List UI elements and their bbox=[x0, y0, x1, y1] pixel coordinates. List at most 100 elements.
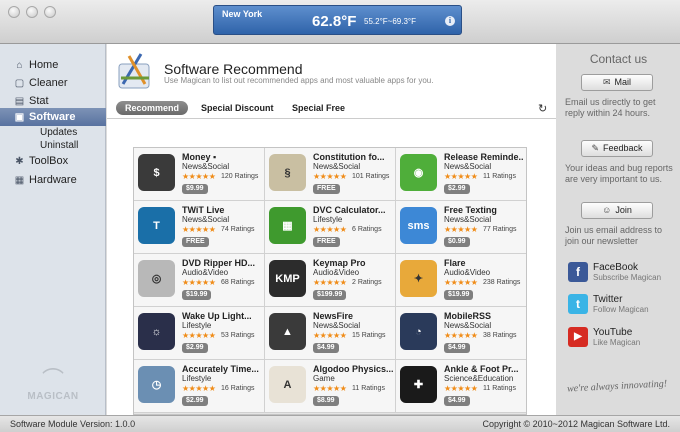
app-ratings: 120 Ratings bbox=[221, 173, 259, 180]
feedback-icon: ✎ bbox=[591, 143, 599, 153]
app-category: News&Social bbox=[444, 321, 492, 330]
app-card[interactable]: ◉ Release Reminde... News&Social ★★★★★ 11 Ra… bbox=[396, 148, 526, 201]
rating-stars-icon: ★★★★★ bbox=[313, 384, 347, 393]
app-category: Audio&Video bbox=[444, 268, 491, 277]
price-button[interactable]: $4.99 bbox=[444, 396, 470, 406]
app-card[interactable]: KMP Keymap Pro Audio&Video ★★★★★ 2 Ratings $1… bbox=[265, 254, 396, 307]
title-bar: New York 62.8°F 55.2°F~69.3°F i bbox=[0, 0, 680, 44]
app-category: Lifestyle bbox=[182, 374, 212, 383]
facebook-icon: f bbox=[568, 262, 588, 282]
price-button[interactable]: $199.99 bbox=[313, 290, 347, 300]
rating-stars-icon: ★★★★★ bbox=[182, 331, 216, 340]
youtube-icon: ▶ bbox=[568, 327, 588, 347]
twitter-subtitle: Follow Magican bbox=[593, 305, 649, 314]
close-button[interactable] bbox=[8, 6, 20, 18]
app-category: News&Social bbox=[444, 162, 492, 171]
app-category: Audio&Video bbox=[182, 268, 229, 277]
price-button[interactable]: FREE bbox=[313, 237, 340, 247]
magican-logo: ⌒ MAGICAN bbox=[22, 367, 84, 403]
price-button[interactable]: $0.99 bbox=[444, 237, 470, 247]
sidebar-item-cleaner[interactable]: ▢ Cleaner bbox=[0, 74, 106, 92]
app-card[interactable]: ✚ Ankle & Foot Pr... Science&Education ★★★★… bbox=[396, 360, 526, 413]
app-category: News&Social bbox=[182, 162, 230, 171]
price-button[interactable]: $19.99 bbox=[444, 290, 474, 300]
app-name: Constitution fo... bbox=[313, 152, 385, 162]
app-icon: A bbox=[269, 366, 306, 403]
feedback-button[interactable]: ✎ Feedback bbox=[581, 140, 653, 157]
weather-widget[interactable]: New York 62.8°F 55.2°F~69.3°F i bbox=[213, 5, 462, 35]
minimize-button[interactable] bbox=[26, 6, 38, 18]
youtube-link[interactable]: ▶ YouTube Like Magican bbox=[568, 327, 678, 351]
tab-bar: Recommend Special Discount Special Free … bbox=[107, 99, 556, 119]
logo-mark-icon: ⌒ bbox=[41, 367, 64, 392]
price-button[interactable]: $4.99 bbox=[444, 343, 470, 353]
app-category: Lifestyle bbox=[313, 215, 343, 224]
rating-stars-icon: ★★★★★ bbox=[313, 225, 347, 234]
app-ratings: 2 Ratings bbox=[352, 279, 382, 286]
info-icon[interactable]: i bbox=[445, 16, 455, 26]
mail-icon: ✉ bbox=[602, 77, 611, 87]
price-button[interactable]: $8.99 bbox=[313, 396, 339, 406]
app-icon: KMP bbox=[269, 260, 306, 297]
app-category: News&Social bbox=[313, 321, 361, 330]
app-card[interactable]: T TWiT Live News&Social ★★★★★ 74 Ratings FREE bbox=[134, 201, 265, 254]
stat-icon: ▤ bbox=[14, 95, 25, 107]
app-card[interactable]: ✦ Flare Audio&Video ★★★★★ 238 Ratings $19.99 bbox=[396, 254, 526, 307]
app-name: Wake Up Light... bbox=[182, 311, 252, 321]
twitter-title: Twitter bbox=[593, 294, 623, 305]
weather-range: 55.2°F~69.3°F bbox=[364, 17, 416, 26]
sidebar-item-toolbox[interactable]: ✱ ToolBox bbox=[0, 152, 106, 170]
tab-recommend[interactable]: Recommend bbox=[116, 101, 188, 115]
app-name: NewsFire bbox=[313, 311, 354, 321]
price-button[interactable]: $19.99 bbox=[182, 290, 212, 300]
app-grid: $ Money ▪ News&Social ★★★★★ 120 Ratings $9.99… bbox=[133, 147, 527, 415]
app-card[interactable]: ☼ Wake Up Light... Lifestyle ★★★★★ 53 Rating… bbox=[134, 307, 265, 360]
sidebar-item-label: Cleaner bbox=[29, 77, 68, 89]
price-button[interactable]: $2.99 bbox=[444, 184, 470, 194]
price-button[interactable]: FREE bbox=[313, 184, 340, 194]
price-button[interactable]: FREE bbox=[182, 237, 209, 247]
feedback-note: Your ideas and bug reports are very impo… bbox=[565, 163, 673, 184]
price-button[interactable]: $2.99 bbox=[182, 396, 208, 406]
app-card[interactable]: $ Money ▪ News&Social ★★★★★ 120 Ratings $9.99 bbox=[134, 148, 265, 201]
logo-text: MAGICAN bbox=[27, 391, 79, 402]
facebook-link[interactable]: f FaceBook Subscribe Magican bbox=[568, 262, 678, 286]
price-button[interactable]: $9.99 bbox=[182, 184, 208, 194]
hardware-icon: ▦ bbox=[14, 174, 25, 186]
sidebar-item-label: ToolBox bbox=[29, 155, 69, 167]
facebook-title: FaceBook bbox=[593, 262, 639, 273]
twitter-link[interactable]: t Twitter Follow Magican bbox=[568, 294, 678, 318]
contact-panel: Contact us ✉ Mail Email us directly to ge… bbox=[557, 44, 680, 415]
app-ratings: 38 Ratings bbox=[483, 332, 517, 339]
sidebar-item-home[interactable]: ⌂ Home bbox=[0, 56, 106, 74]
price-button[interactable]: $2.99 bbox=[182, 343, 208, 353]
refresh-icon[interactable]: ↻ bbox=[538, 102, 547, 115]
sidebar-item-hardware[interactable]: ▦ Hardware bbox=[0, 171, 106, 189]
zoom-button[interactable] bbox=[44, 6, 56, 18]
app-icon: ▦ bbox=[269, 207, 306, 244]
tab-special-free[interactable]: Special Free bbox=[292, 101, 345, 115]
app-card[interactable]: ▦ DVC Calculator... Lifestyle ★★★★★ 6 Rating… bbox=[265, 201, 396, 254]
app-icon: ☼ bbox=[138, 313, 175, 350]
sidebar-subitem-updates[interactable]: Updates bbox=[40, 127, 77, 138]
join-button-label: Join bbox=[615, 205, 632, 215]
sidebar: ⌂ Home ▢ Cleaner ▤ Stat ▣ Software Updates U… bbox=[0, 44, 106, 415]
app-card[interactable]: sms Free Texting News&Social ★★★★★ 77 Rating… bbox=[396, 201, 526, 254]
app-card[interactable]: A Algodoo Physics... Game ★★★★★ 11 Ratings $8… bbox=[265, 360, 396, 413]
app-icon: sms bbox=[400, 207, 437, 244]
app-card[interactable]: ◷ Accurately Time... Lifestyle ★★★★★ 16 Rati… bbox=[134, 360, 265, 413]
app-ratings: 6 Ratings bbox=[352, 226, 382, 233]
sidebar-subitem-uninstall[interactable]: Uninstall bbox=[40, 140, 78, 151]
price-button[interactable]: $4.99 bbox=[313, 343, 339, 353]
app-card[interactable]: ◎ DVD Ripper HD... Audio&Video ★★★★★ 68 Rati… bbox=[134, 254, 265, 307]
join-button[interactable]: ☺ Join bbox=[581, 202, 653, 219]
app-card[interactable]: ▲ NewsFire News&Social ★★★★★ 15 Ratings $4.99 bbox=[265, 307, 396, 360]
mail-button[interactable]: ✉ Mail bbox=[581, 74, 653, 91]
app-card[interactable]: ◔ MobileRSS News&Social ★★★★★ 38 Ratings $4.9… bbox=[396, 307, 526, 360]
sidebar-item-software[interactable]: ▣ Software bbox=[0, 108, 106, 126]
rating-stars-icon: ★★★★★ bbox=[182, 225, 216, 234]
app-category: Audio&Video bbox=[313, 268, 360, 277]
app-ratings: 16 Ratings bbox=[221, 385, 255, 392]
app-card[interactable]: § Constitution fo... News&Social ★★★★★ 101 R… bbox=[265, 148, 396, 201]
tab-special-discount[interactable]: Special Discount bbox=[201, 101, 274, 115]
